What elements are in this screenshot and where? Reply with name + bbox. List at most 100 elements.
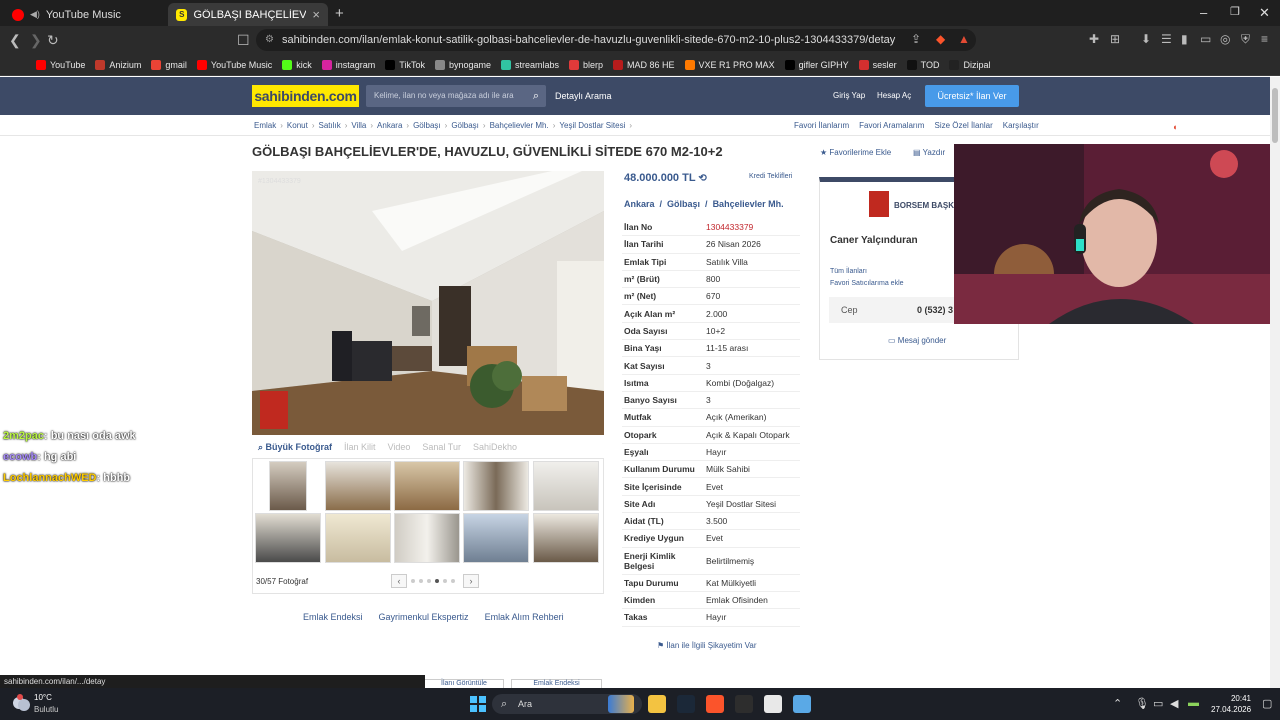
app-icon[interactable] <box>793 695 811 713</box>
brave-rewards-icon[interactable]: ▲ <box>958 32 970 46</box>
close-tab-icon[interactable]: × <box>312 7 320 22</box>
bookmark-item[interactable]: kick <box>282 59 312 70</box>
scrollbar-thumb[interactable] <box>1272 88 1278 143</box>
scrollbar[interactable] <box>1270 77 1280 688</box>
back-icon[interactable]: ❮ <box>9 32 21 49</box>
bookmark-item[interactable]: VXE R1 PRO MAX <box>684 59 775 70</box>
thumbnail[interactable] <box>394 461 460 511</box>
add-favorite-link[interactable]: ★ Favorilerime Ekle <box>820 148 891 157</box>
translate-icon[interactable]: ⊞ <box>1110 32 1120 46</box>
breadcrumb-item[interactable]: Ankara <box>377 121 402 130</box>
breadcrumb-item[interactable]: Satılık <box>318 121 340 130</box>
clock[interactable]: 20:41 27.04.2026 <box>1211 693 1251 715</box>
forward-icon[interactable]: ❯ <box>30 32 42 49</box>
sidebar-icon[interactable]: ▮ <box>1181 32 1188 46</box>
bookmark-item[interactable]: gifler GIPHY <box>784 59 849 70</box>
seller-logo[interactable] <box>869 191 889 217</box>
tray-expand-icon[interactable]: ⌃ <box>1113 697 1122 710</box>
bookmark-item[interactable]: blerp <box>569 59 603 70</box>
epic-games-icon[interactable] <box>735 695 753 713</box>
bookmark-item[interactable]: TOD <box>906 59 939 70</box>
minimize-icon[interactable]: – <box>1200 5 1207 20</box>
info-link[interactable]: Gayrimenkul Ekspertiz <box>379 612 469 622</box>
location-link[interactable]: Gölbaşı <box>667 199 700 209</box>
bookmark-item[interactable]: YouTube Music <box>196 59 272 70</box>
bookmark-item[interactable]: gmail <box>151 59 187 70</box>
widget-icon[interactable] <box>608 695 634 713</box>
thumbnail[interactable] <box>269 461 307 511</box>
search-icon[interactable]: ⌕ <box>533 85 539 107</box>
bookmark-icon[interactable]: ☐ <box>237 32 250 49</box>
pager-dot[interactable] <box>451 579 455 583</box>
all-ads-link[interactable]: Tüm İlanları <box>830 268 867 275</box>
bookmark-item[interactable]: YouTube <box>36 59 85 70</box>
pager-dot[interactable] <box>411 579 415 583</box>
history-icon[interactable]: ☰ <box>1161 32 1172 46</box>
extensions-icon[interactable]: ✚ <box>1089 32 1099 46</box>
print-link[interactable]: ▤ Yazdır <box>913 148 945 157</box>
breadcrumb-item[interactable]: Gölbaşı <box>413 121 441 130</box>
shield-icon[interactable]: ⛨ <box>1241 32 1250 47</box>
volume-icon[interactable]: ◀ <box>1170 697 1178 710</box>
weather-icon[interactable] <box>10 693 34 715</box>
bookmark-item[interactable]: streamlabs <box>501 59 559 70</box>
network-icon[interactable]: ▭ <box>1153 697 1163 710</box>
thumbnail[interactable] <box>325 461 391 511</box>
breadcrumb-item[interactable]: Gölbaşı <box>451 121 479 130</box>
thumbnail[interactable] <box>325 513 391 563</box>
location-link[interactable]: Bahçelievler Mh. <box>713 199 784 209</box>
user-link[interactable]: Favori İlanlarım <box>794 121 849 130</box>
tab-youtube-music[interactable]: ◀) YouTube Music <box>4 3 164 26</box>
breadcrumb-item[interactable]: Villa <box>351 121 366 130</box>
thumbnail[interactable] <box>463 461 529 511</box>
breadcrumb-item[interactable]: Konut <box>287 121 308 130</box>
vpn-icon[interactable]: ◎ <box>1220 32 1230 46</box>
user-link[interactable]: Size Özel İlanlar <box>934 121 992 130</box>
windows-start-icon[interactable] <box>470 696 486 712</box>
bookmark-item[interactable]: TikTok <box>385 59 425 70</box>
user-link[interactable]: Favori Aramalarım <box>859 121 924 130</box>
site-info-icon[interactable]: ⚙ <box>265 29 274 51</box>
thumbnail[interactable] <box>533 461 599 511</box>
bookmark-item[interactable]: bynogame <box>434 59 491 70</box>
price-history-icon[interactable]: ⟲ <box>698 173 706 184</box>
tab-sahibinden[interactable]: S GÖLBAŞI BAHÇELİEVLER'DE, HA... × <box>168 3 328 26</box>
pager-dot[interactable] <box>419 579 423 583</box>
thumbnail[interactable] <box>463 513 529 563</box>
pager-dot[interactable] <box>443 579 447 583</box>
site-search-input[interactable]: Kelime, ilan no veya mağaza adı ile ara … <box>366 85 546 107</box>
share-icon[interactable]: ⇪ <box>911 32 921 46</box>
signup-link[interactable]: Hesap Aç <box>877 91 911 100</box>
wallet-icon[interactable]: ▭ <box>1200 32 1211 46</box>
favorite-seller-link[interactable]: Favori Satıcılarıma ekle <box>830 280 904 287</box>
breadcrumb-item[interactable]: Yeşil Dostlar Sitesi <box>559 121 625 130</box>
reload-icon[interactable]: ↻ <box>47 32 59 49</box>
microphone-icon[interactable]: 🎙 <box>1135 697 1149 710</box>
thumbnail[interactable] <box>533 513 599 563</box>
file-explorer-icon[interactable] <box>648 695 666 713</box>
credit-offers-link[interactable]: Kredi Teklifleri <box>749 173 792 180</box>
download-icon[interactable]: ⬇ <box>1141 32 1151 46</box>
info-link[interactable]: Emlak Endeksi <box>303 612 363 622</box>
main-photo[interactable] <box>252 171 604 435</box>
notification-icon[interactable]: ▢ <box>1262 697 1272 710</box>
send-message-link[interactable]: ▭ Mesaj gönder <box>888 336 946 345</box>
pager-dot-active[interactable] <box>435 579 439 583</box>
url-field[interactable]: ⚙ sahibinden.com/ilan/emlak-konut-satili… <box>256 29 976 51</box>
post-ad-button[interactable]: Ücretsiz* İlan Ver <box>925 85 1019 107</box>
breadcrumb-item[interactable]: Emlak <box>254 121 276 130</box>
login-link[interactable]: Giriş Yap <box>833 91 865 100</box>
close-window-icon[interactable]: ✕ <box>1259 5 1270 21</box>
site-logo[interactable]: sahibinden.com <box>252 85 359 107</box>
menu-icon[interactable]: ≡ <box>1261 32 1268 46</box>
new-tab-button[interactable]: + <box>335 5 344 22</box>
brave-browser-icon[interactable] <box>706 695 724 713</box>
bookmark-item[interactable]: sesler <box>858 59 897 70</box>
bookmark-item[interactable]: Dizipal <box>949 59 990 70</box>
user-link[interactable]: Karşılaştır <box>1003 121 1039 130</box>
pager-dot[interactable] <box>427 579 431 583</box>
bookmark-item[interactable]: MAD 86 HE <box>613 59 675 70</box>
bookmark-item[interactable]: Anizium <box>95 59 141 70</box>
breadcrumb-item[interactable]: Bahçelievler Mh. <box>490 121 549 130</box>
complaint-link[interactable]: ⚑ İlan ile İlgili Şikayetim Var <box>657 641 757 650</box>
